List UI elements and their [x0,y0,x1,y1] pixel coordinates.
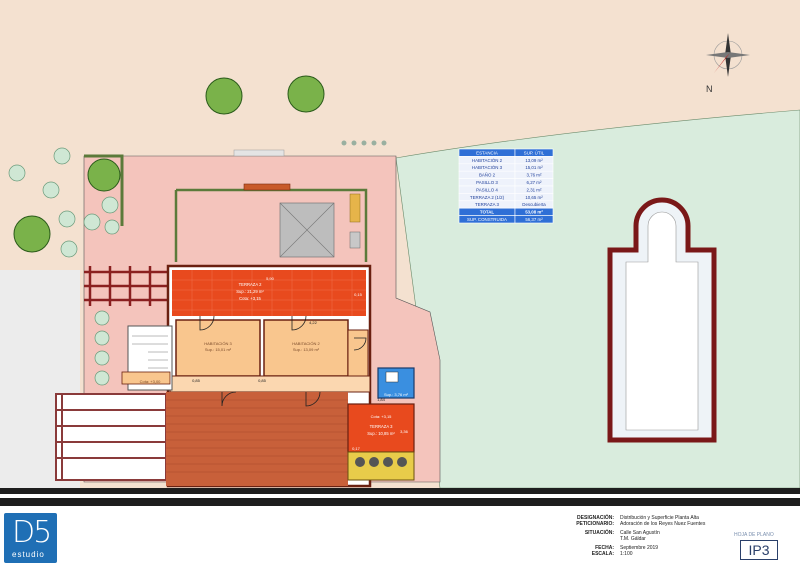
label-habitacion-2-sup: Sup.: 13,09 m² [293,347,320,352]
row-escala: ESCALA: 1:100 [591,551,633,558]
table-total-label: TOTAL [480,210,495,215]
table-row-name: TERRAZA 2 (1/2) [470,195,505,200]
table-row-name: PASILLO 3 [476,180,498,185]
pasillo-4 [347,329,369,377]
svg-text:1,84: 1,84 [377,397,386,402]
svg-text:0,17: 0,17 [352,446,361,451]
garden-lawn [395,109,800,488]
svg-text:0,85: 0,85 [258,378,267,383]
label-terraza-3-cota: Cota: +3,15 [371,414,393,419]
table-row-name: TERRAZA 3 [475,202,499,207]
svg-text:4,22: 4,22 [309,320,318,325]
svg-text:0,85: 0,85 [192,378,201,383]
barbecue [349,193,361,223]
table-row-value: 3,76 m² [527,173,542,178]
label-terraza-2-sup: Sup.: 21,29 m² [236,289,264,294]
table-construida-label: SUP. CONSTRUIDA [467,217,507,222]
logo-word: estudio [12,550,45,559]
sheet-caption: HOJA DE PLANO [734,532,774,538]
sheet-number: IP3 [740,540,778,560]
logo-mark: D5 [12,515,52,550]
surface-table: ESTANCIA SUP. ÚTIL HABITACIÓN 2 13,09 m² HAB… [458,148,554,224]
table-row-value: 13,09 m² [525,158,543,163]
table-row-name: PASILLO 4 [476,187,498,192]
table-construida-value: 56,37 m² [525,217,543,222]
sink [349,231,361,249]
separator-bar-top [0,488,800,494]
plan-sheet: N TERRAZA 2 Sup.: 21,29 m² Cota: +3,15 T… [0,0,800,566]
label-habitacion-3-sup: Sup.: 15,01 m² [205,347,232,352]
north-label: N [706,84,713,94]
row-peticionario: PETICIONARIO: Adoración de los Reyes Nuez… [576,521,706,528]
svg-text:0,15: 0,15 [354,292,363,297]
title-block: DESIGNACIÓN: Distribución y Superficie Pl… [556,515,736,557]
label-bano-2: Sup.: 3,76 m² [384,392,409,397]
floor-plan: N TERRAZA 2 Sup.: 21,29 m² Cota: +3,15 T… [0,0,800,488]
gate [233,149,285,157]
label-landing-cota: Cota: +3,00 [140,379,162,384]
svg-text:3,36: 3,36 [400,429,409,434]
table-row-value: 2,31 m² [527,187,542,192]
toilet [385,371,399,383]
label-habitacion-2: HABITACIÓN 2 [292,341,320,346]
table-header-sup: SUP. ÚTIL [524,150,545,155]
studio-logo: D5 estudio [4,513,57,563]
table-row-name: HABITACIÓN 2 [472,158,503,163]
svg-text:5,90: 5,90 [266,276,275,281]
label-terraza-2: TERRAZA 2 [239,282,262,287]
table-row-name: BAÑO 2 [479,173,496,178]
table-row-value: 15,01 m² [525,165,543,170]
pergola-left [84,266,168,306]
label-terraza-3-sup: Sup.: 10,85 m² [367,431,395,436]
separator-bar-bottom [0,498,800,506]
label-habitacion-3: HABITACIÓN 3 [204,341,232,346]
label-terraza-3: TERRAZA 3 [370,424,393,429]
row-situacion-2: T.M. Gáldar [620,536,646,543]
table-row-value: 6,27 m² [527,180,542,185]
table-row-value: 10,65 m² [525,195,543,200]
bench [243,183,291,191]
table-total-value: 53,08 m² [525,210,543,215]
table-row-name: HABITACIÓN 3 [472,165,503,170]
table-row-value: Descubierta [522,202,546,207]
table-header-estancia: ESTANCIA [476,150,498,155]
pasillo-3 [169,375,371,393]
pergola-bottom [55,393,167,481]
label-terraza-2-cota: Cota: +3,15 [239,296,261,301]
